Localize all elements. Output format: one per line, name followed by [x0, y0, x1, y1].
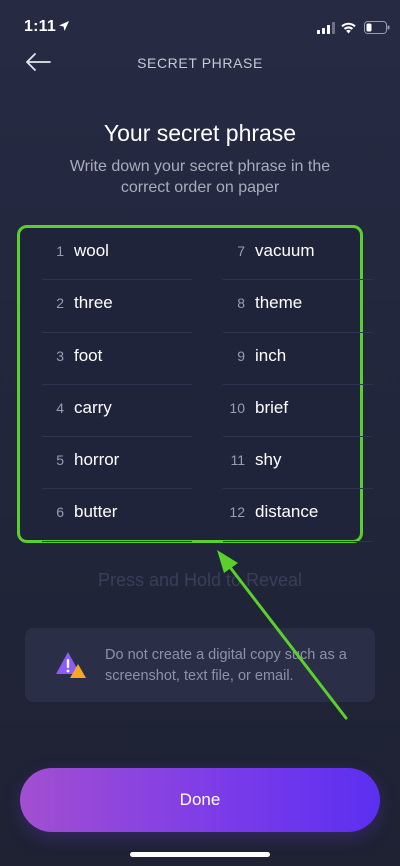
location-arrow-icon — [59, 21, 69, 31]
phrase-word-row: 4 carry — [42, 385, 192, 438]
page-title: Your secret phrase — [103, 120, 297, 146]
status-time: 1:11 — [24, 18, 56, 35]
word-text: wool — [74, 241, 109, 260]
word-number: 5 — [56, 452, 64, 469]
page-subtitle: Write down your secret phrase in the cor… — [69, 158, 331, 196]
word-text: shy — [255, 450, 282, 470]
wifi-icon — [341, 22, 356, 34]
phrase-word-row: 12 distance — [223, 489, 373, 542]
word-text: horror — [74, 450, 120, 470]
phrase-word-row: 10 brief — [223, 385, 373, 438]
word-number: 3 — [56, 347, 64, 364]
word-text: brief — [255, 397, 289, 417]
word-text: inch — [255, 345, 287, 365]
warning-triangle-icon — [56, 652, 86, 678]
word-number: 11 — [230, 452, 245, 469]
word-text: foot — [74, 345, 103, 365]
warning-text: Do not create a digital copy such as a s… — [105, 647, 347, 684]
word-text: carry — [74, 397, 112, 417]
word-column-right: 7 vacuum 8 theme 9 inch 10 brief 11 shy … — [223, 228, 373, 542]
phrase-word-row: 2 three — [42, 280, 192, 333]
phrase-word-row: 6 butter — [42, 489, 192, 542]
word-number: 12 — [229, 504, 245, 521]
word-number: 1 — [56, 243, 64, 259]
word-text: theme — [255, 293, 303, 313]
press-hold-reveal-button[interactable]: Press and Hold to Reveal — [0, 570, 400, 591]
warning-box: Do not create a digital copy such as a s… — [25, 628, 375, 702]
phrase-word-row: 9 inch — [223, 333, 373, 385]
word-text: vacuum — [255, 241, 315, 260]
phrase-word-row: 8 theme — [223, 280, 373, 333]
word-number: 8 — [237, 295, 245, 312]
status-bar: 1:11 — [0, 0, 400, 48]
word-text: distance — [255, 502, 319, 522]
word-number: 6 — [56, 504, 64, 521]
word-number: 4 — [56, 399, 64, 416]
secret-phrase-card: 1 wool 2 three 3 foot 4 carry 5 horror 6… — [17, 225, 373, 543]
phrase-word-row: 5 horror — [42, 437, 192, 490]
phrase-word-row: 3 foot — [42, 333, 192, 385]
phrase-word-row: 7 vacuum — [223, 228, 373, 281]
phrase-word-row: 1 wool — [42, 228, 192, 281]
navigation-bar: SECRET PHRASE — [0, 44, 400, 80]
battery-icon — [364, 21, 390, 34]
nav-title: SECRET PHRASE — [137, 55, 263, 71]
word-column-left: 1 wool 2 three 3 foot 4 carry 5 horror 6… — [42, 228, 192, 542]
word-number: 2 — [56, 295, 64, 312]
word-number: 9 — [237, 347, 245, 364]
word-number: 10 — [229, 399, 245, 416]
word-number: 7 — [237, 243, 245, 259]
cellular-signal-icon — [317, 22, 335, 34]
done-button[interactable]: Done — [20, 768, 380, 832]
phrase-word-row: 11 shy — [223, 437, 373, 490]
word-text: butter — [74, 502, 118, 522]
home-indicator — [130, 852, 270, 857]
word-text: three — [74, 293, 113, 313]
